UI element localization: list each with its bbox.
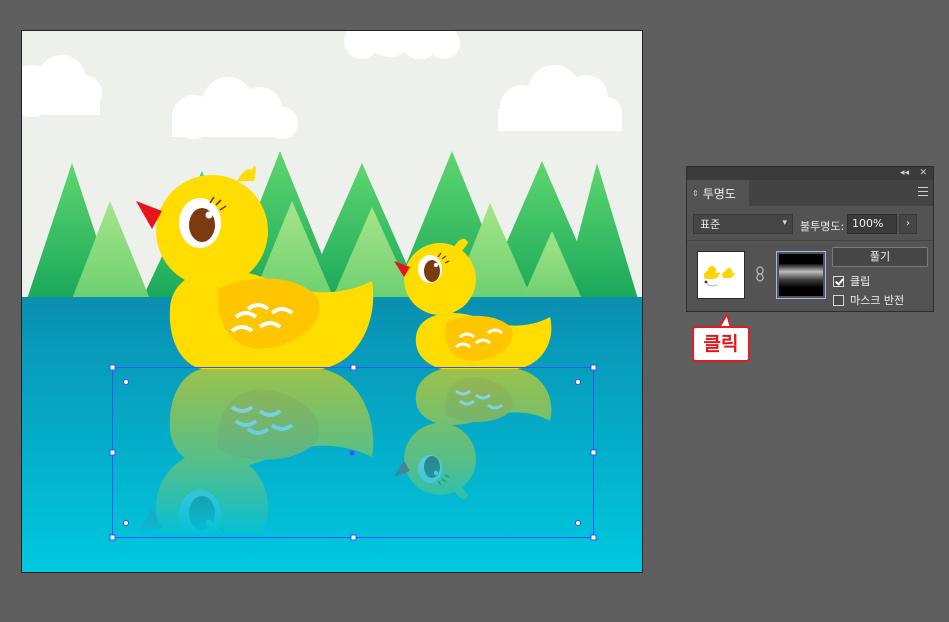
artwork-thumbnail[interactable]	[697, 251, 745, 299]
opacity-mask-thumbnail[interactable]	[776, 251, 826, 299]
updown-arrows-icon[interactable]: ⇕	[692, 189, 699, 198]
opacity-label: 불투명도:	[800, 220, 845, 233]
release-button[interactable]: 풀기	[832, 247, 928, 267]
artwork	[22, 31, 642, 572]
clip-checkbox-icon[interactable]	[833, 275, 844, 287]
invert-mask-checkbox-icon[interactable]	[833, 294, 844, 306]
panel-title: 투명도	[702, 186, 736, 201]
invert-mask-option[interactable]: 마스크 반전	[833, 292, 904, 308]
tab-transparency[interactable]: ⇕ 투명도	[687, 180, 749, 206]
close-icon[interactable]: ✕	[919, 167, 927, 180]
opacity-input[interactable]: 100%	[847, 214, 897, 234]
click-callout: 클릭	[692, 326, 750, 362]
clip-label: 클립	[850, 275, 871, 288]
divider	[687, 240, 933, 241]
blend-mode-value: 표준	[700, 218, 721, 231]
transparency-panel: ◂◂ ✕ ⇕ 투명도 표준 ▾ 불투명도: 100% › 풀기 클립 마스크 반…	[686, 166, 934, 312]
blend-mode-select[interactable]: 표준 ▾	[693, 214, 793, 234]
chain-link-icon[interactable]	[756, 266, 764, 282]
panel-menu-icon[interactable]	[918, 187, 928, 197]
chevron-right-icon[interactable]: ›	[899, 214, 917, 234]
artboard[interactable]	[21, 30, 643, 573]
clip-option[interactable]: 클립	[833, 273, 870, 289]
invert-mask-label: 마스크 반전	[850, 294, 905, 307]
panel-tab-row: ⇕ 투명도	[687, 180, 933, 206]
panel-titlebar[interactable]: ◂◂ ✕	[687, 167, 933, 180]
chevron-down-icon: ▾	[782, 218, 787, 228]
collapse-icon[interactable]: ◂◂	[900, 167, 909, 180]
